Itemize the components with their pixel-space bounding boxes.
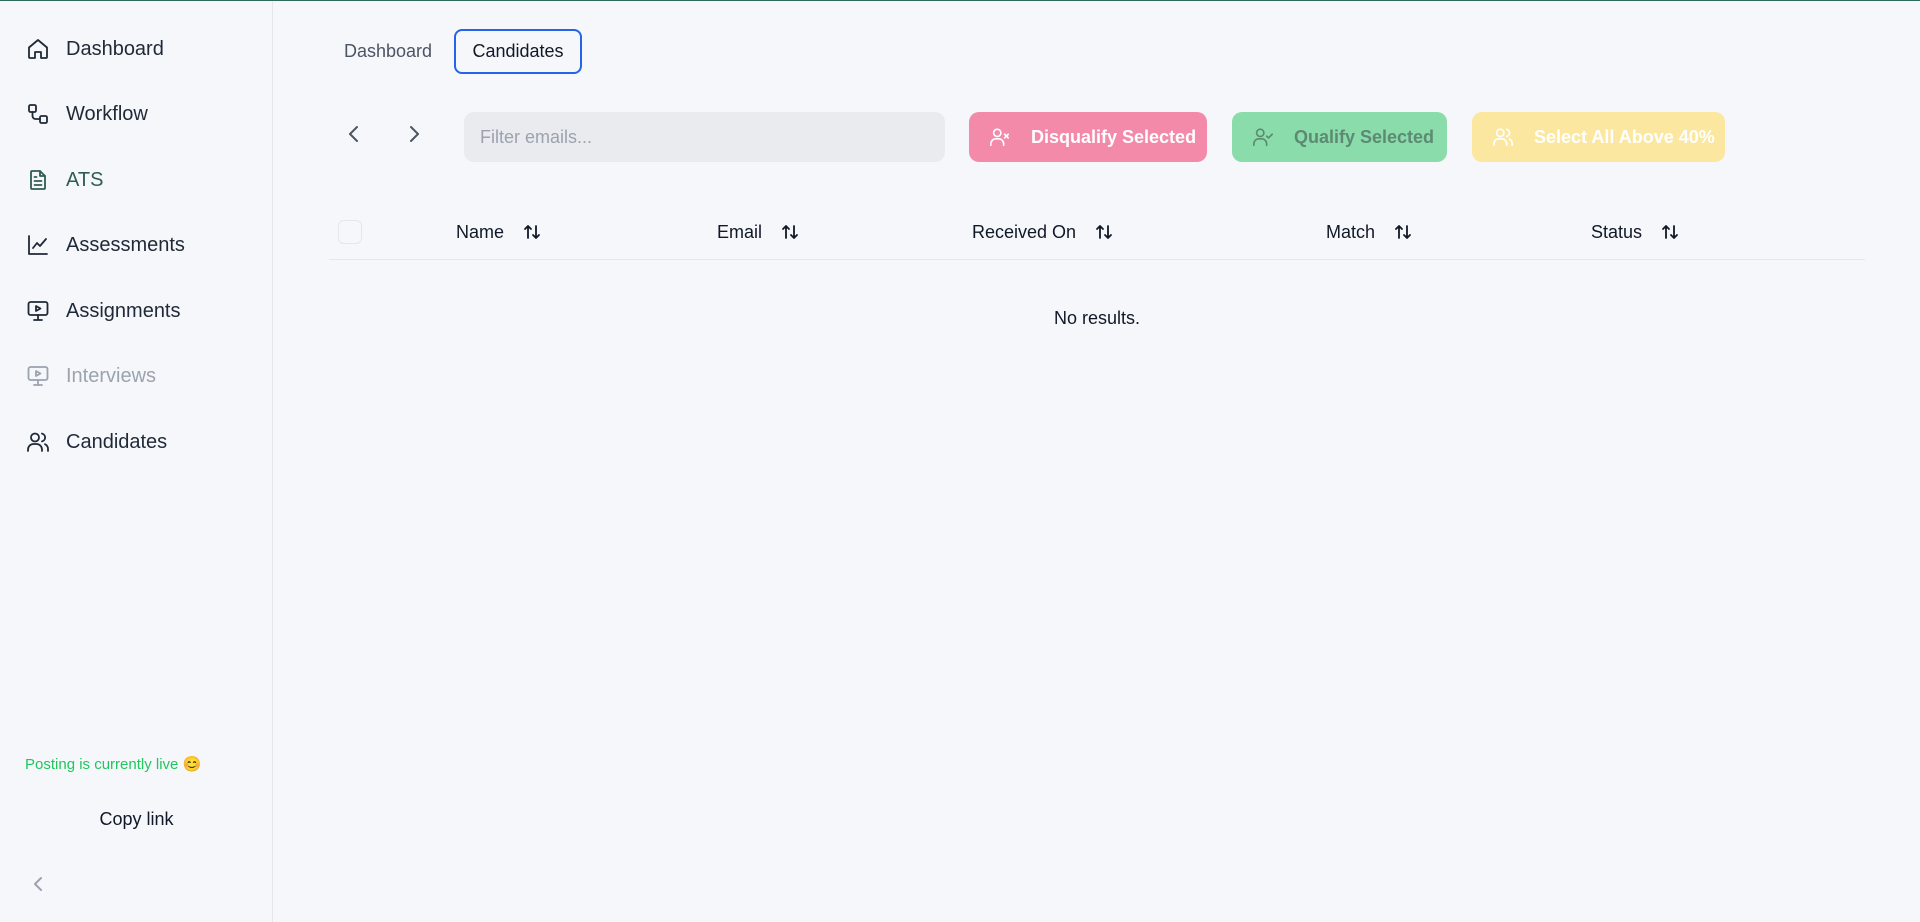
posting-status: Posting is currently live 😊 xyxy=(25,756,202,773)
sidebar-item-dashboard[interactable]: Dashboard xyxy=(26,31,164,67)
column-label: Status xyxy=(1591,221,1643,242)
filter-emails-input[interactable] xyxy=(464,112,945,162)
column-header-status[interactable]: Status xyxy=(1591,212,1680,252)
users-icon xyxy=(26,430,50,454)
monitor-play-icon xyxy=(26,299,50,323)
column-label: Match xyxy=(1326,221,1376,242)
tab-candidates[interactable]: Candidates xyxy=(454,29,582,74)
user-x-icon xyxy=(989,126,1011,148)
tab-dashboard[interactable]: Dashboard xyxy=(330,29,446,74)
previous-page-button[interactable] xyxy=(338,120,370,152)
sort-icon xyxy=(1660,222,1680,242)
sidebar-item-label: ATS xyxy=(66,168,104,191)
sidebar-item-label: Workflow xyxy=(66,102,148,125)
sidebar-item-label: Interviews xyxy=(66,364,157,387)
select-all-checkbox[interactable] xyxy=(338,220,362,244)
empty-table-message: No results. xyxy=(1053,308,1141,328)
sort-icon xyxy=(1393,222,1413,242)
sidebar-item-interviews[interactable]: Interviews xyxy=(26,358,156,394)
sidebar-item-label: Dashboard xyxy=(66,37,164,60)
sidebar-item-assignments[interactable]: Assignments xyxy=(26,293,181,329)
next-page-button[interactable] xyxy=(398,120,430,152)
sidebar-item-label: Candidates xyxy=(66,430,168,453)
qualify-selected-button[interactable]: Qualify Selected xyxy=(1232,112,1447,162)
select-above-label: Select All Above 40% xyxy=(1534,126,1715,147)
users-icon xyxy=(1492,126,1514,148)
sort-icon xyxy=(1094,222,1114,242)
file-text-icon xyxy=(26,168,50,192)
column-label: Name xyxy=(456,221,505,242)
sidebar-item-workflow[interactable]: Workflow xyxy=(26,96,148,132)
collapse-sidebar-button[interactable] xyxy=(28,872,48,896)
user-check-icon xyxy=(1252,126,1274,148)
monitor-play-icon xyxy=(26,364,50,388)
column-header-match[interactable]: Match xyxy=(1326,212,1413,252)
select-all-above-button[interactable]: Select All Above 40% xyxy=(1472,112,1725,162)
sidebar-item-label: Assignments xyxy=(66,299,181,322)
sidebar-item-ats[interactable]: ATS xyxy=(26,162,103,198)
chevron-left-icon xyxy=(28,877,48,900)
column-header-name[interactable]: Name xyxy=(456,212,542,252)
sidebar-item-candidates[interactable]: Candidates xyxy=(26,424,167,460)
sidebar: Dashboard Workflow ATS Assessments Assig… xyxy=(0,1,273,922)
qualify-label: Qualify Selected xyxy=(1294,126,1435,147)
column-label: Received On xyxy=(972,221,1077,242)
home-icon xyxy=(26,37,50,61)
chevron-left-icon xyxy=(342,122,366,151)
disqualify-label: Disqualify Selected xyxy=(1031,126,1197,147)
copy-link-button[interactable]: Copy link xyxy=(0,809,273,830)
column-label: Email xyxy=(717,221,763,242)
sort-icon xyxy=(522,222,542,242)
table-header: Name Email Received On Match Status xyxy=(329,212,1865,260)
disqualify-selected-button[interactable]: Disqualify Selected xyxy=(969,112,1207,162)
chevron-right-icon xyxy=(402,122,426,151)
column-header-received-on[interactable]: Received On xyxy=(972,212,1114,252)
sidebar-item-assessments[interactable]: Assessments xyxy=(26,227,185,263)
sort-icon xyxy=(780,222,800,242)
sidebar-item-label: Assessments xyxy=(66,233,185,256)
column-header-email[interactable]: Email xyxy=(717,212,800,252)
line-chart-icon xyxy=(26,233,50,257)
workflow-icon xyxy=(26,102,50,126)
